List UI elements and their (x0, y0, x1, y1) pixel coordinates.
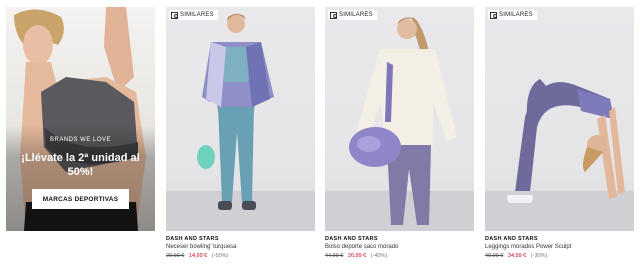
old-price: 49,99 € (485, 253, 504, 259)
similar-search-icon (330, 11, 337, 19)
model-leggings-illustration (507, 79, 625, 203)
product-brand: DASH AND STARS (166, 236, 219, 242)
similar-products-badge[interactable]: SIMILARES (169, 10, 218, 20)
similar-search-icon (490, 11, 497, 19)
promo-title: ¡Llévate la 2ª unidad al 50%! (21, 152, 140, 178)
badge-label: SIMILARES (499, 12, 533, 18)
old-price: 29,99 € (166, 253, 185, 259)
product-card[interactable]: SIMILARES DASH AND STARS Neceser bowling… (166, 7, 315, 260)
sale-price: 34,99 € (507, 253, 527, 259)
product-brand: DASH AND STARS (485, 236, 538, 242)
discount: (-40%) (370, 253, 388, 259)
badge-label: SIMILARES (339, 12, 373, 18)
badge-label: SIMILARES (180, 12, 214, 18)
product-card[interactable]: SIMILARES DASH AND STARS Leggings morado… (485, 7, 634, 260)
product-info: DASH AND STARS Neceser bowling' turquesa… (166, 231, 315, 260)
product-image[interactable]: SIMILARES (166, 7, 315, 231)
product-info: DASH AND STARS Bolso deporte saco morado… (325, 231, 474, 260)
similar-products-badge[interactable]: SIMILARES (488, 10, 537, 20)
product-prices: 49,99 € 34,99 € (-30%) (485, 252, 634, 260)
sale-price: 14,99 € (188, 253, 208, 259)
product-prices: 44,99 € 26,99 € (-40%) (325, 252, 474, 260)
product-prices: 29,99 € 14,99 € (-50%) (166, 252, 315, 260)
discount: (-50%) (211, 253, 229, 259)
sale-price: 26,99 € (347, 253, 367, 259)
product-name[interactable]: Bolso deporte saco morado (325, 243, 474, 252)
discount: (-30%) (530, 253, 548, 259)
model-gym-bag-illustration (349, 17, 457, 225)
model-jacket-illustration (197, 13, 274, 210)
old-price: 44,99 € (325, 253, 344, 259)
product-name[interactable]: Neceser bowling' turquesa (166, 243, 315, 252)
product-image[interactable]: SIMILARES (325, 7, 474, 231)
similar-products-badge[interactable]: SIMILARES (328, 10, 377, 20)
promo-eyebrow: BRANDS WE LOVE (49, 137, 111, 143)
product-image[interactable]: SIMILARES (485, 7, 634, 231)
product-brand: DASH AND STARS (325, 236, 378, 242)
promo-card[interactable]: BRANDS WE LOVE ¡Llévate la 2ª unidad al … (6, 7, 155, 231)
sports-brands-button[interactable]: MARCAS DEPORTIVAS (32, 189, 129, 209)
product-grid: BRANDS WE LOVE ¡Llévate la 2ª unidad al … (0, 0, 640, 267)
similar-search-icon (171, 11, 178, 19)
promo-image[interactable]: BRANDS WE LOVE ¡Llévate la 2ª unidad al … (6, 7, 155, 231)
product-card[interactable]: SIMILARES DASH AND STARS Bolso deporte s… (325, 7, 474, 260)
product-name[interactable]: Leggings morados Power Sculpt (485, 243, 634, 252)
product-info: DASH AND STARS Leggings morados Power Sc… (485, 231, 634, 260)
